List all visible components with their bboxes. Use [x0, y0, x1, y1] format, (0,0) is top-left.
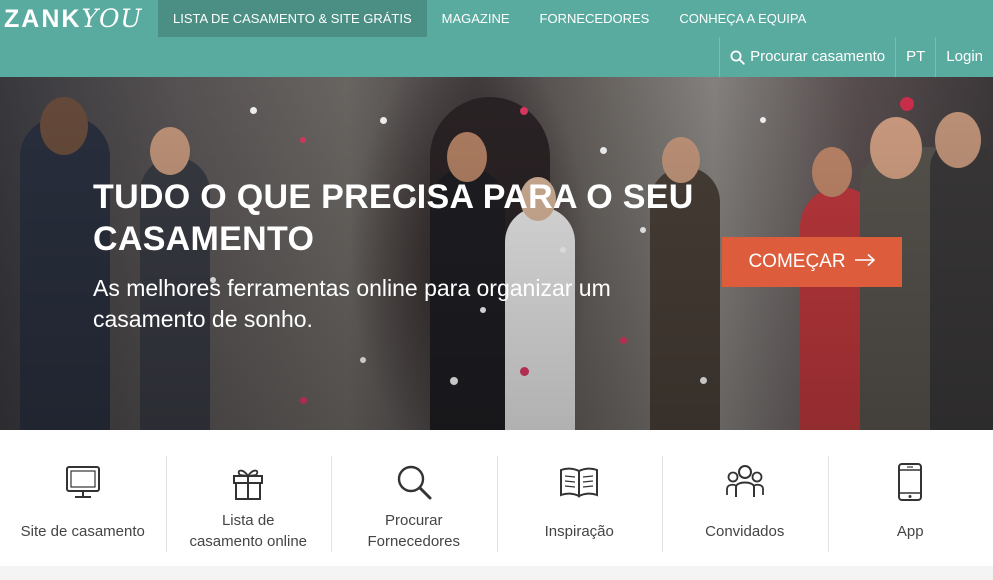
sub-nav: Procurar casamento PT Login	[719, 37, 993, 77]
feature-label: Convidados	[705, 522, 785, 540]
page-bottom-strip	[0, 566, 993, 580]
feature-app[interactable]: App	[827, 430, 993, 566]
page: ZANKYOU LISTA DE CASAMENTO & SITE GRÁTIS…	[0, 0, 993, 580]
feature-inspiration[interactable]: Inspiração	[496, 430, 663, 566]
search-icon	[395, 462, 433, 502]
hero-banner: TUDO O QUE PRECISA PARA O SEU CASAMENTO …	[0, 77, 993, 430]
feature-online-list[interactable]: Lista de casamento online	[165, 430, 332, 566]
arrow-right-icon	[854, 237, 876, 287]
zankyou-logo[interactable]: ZANKYOU	[4, 2, 143, 36]
guests-icon	[725, 462, 765, 502]
hero-subtitle: As melhores ferramentas online para orga…	[93, 275, 611, 332]
start-button-label: COMEÇAR	[748, 251, 846, 272]
nav-item-wedding-list[interactable]: LISTA DE CASAMENTO & SITE GRÁTIS	[158, 0, 427, 37]
book-icon	[559, 462, 599, 502]
hero-title: TUDO O QUE PRECISA PARA O SEU CASAMENTO	[93, 178, 694, 258]
site-header: ZANKYOU LISTA DE CASAMENTO & SITE GRÁTIS…	[0, 0, 993, 77]
feature-label: Lista de casamento online	[189, 512, 308, 550]
login-link[interactable]: Login	[935, 37, 993, 77]
feature-label: Procurar Fornecedores	[367, 512, 461, 550]
logo-text-zank: ZANK	[4, 5, 82, 33]
phone-icon	[897, 462, 923, 502]
logo-text-you: YOU	[81, 4, 143, 33]
feature-wedding-site[interactable]: Site de casamento	[0, 430, 166, 566]
search-icon	[730, 50, 745, 65]
nav-item-magazine[interactable]: MAGAZINE	[427, 0, 525, 37]
start-button[interactable]: COMEÇAR	[722, 237, 902, 287]
feature-find-suppliers[interactable]: Procurar Fornecedores	[331, 430, 497, 566]
gift-icon	[230, 462, 266, 502]
main-nav: LISTA DE CASAMENTO & SITE GRÁTIS MAGAZIN…	[158, 0, 821, 37]
feature-label: Inspiração	[544, 522, 614, 540]
nav-item-suppliers[interactable]: FORNECEDORES	[525, 0, 665, 37]
search-wedding-label: Procurar casamento	[750, 48, 886, 65]
nav-item-team[interactable]: CONHEÇA A EQUIPA	[664, 0, 821, 37]
search-wedding-link[interactable]: Procurar casamento	[719, 37, 895, 77]
monitor-icon	[64, 462, 102, 502]
feature-label: App	[896, 522, 924, 540]
language-selector[interactable]: PT	[895, 37, 935, 77]
feature-label: Site de casamento	[20, 522, 145, 540]
features-bar: Site de casamento Lista de casamento onl…	[0, 430, 993, 566]
feature-guests[interactable]: Convidados	[662, 430, 828, 566]
